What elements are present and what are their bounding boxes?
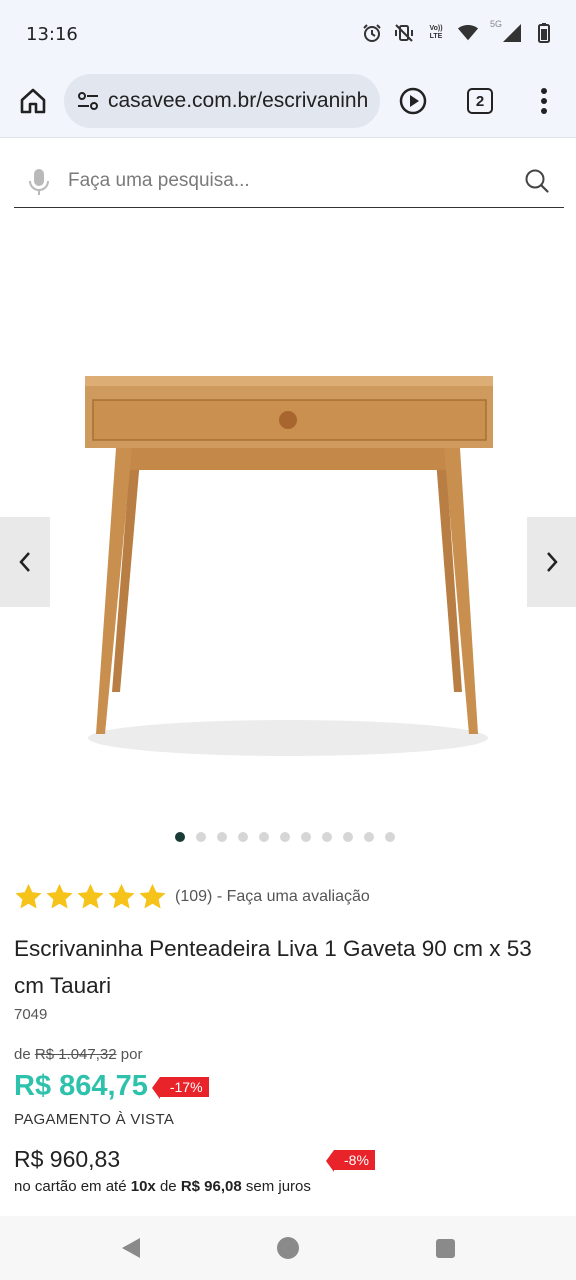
battery-icon <box>534 22 554 44</box>
recents-icon[interactable] <box>436 1239 455 1258</box>
alarm-icon <box>362 22 382 44</box>
search-input[interactable] <box>68 164 508 198</box>
chevron-left-icon <box>19 552 30 572</box>
carousel-dot[interactable] <box>301 832 311 842</box>
carousel-dot[interactable] <box>322 832 332 842</box>
write-review-link[interactable]: Faça uma avaliação <box>227 888 370 905</box>
url-text: casavee.com.br/escrivaninh <box>108 89 369 112</box>
star-icon <box>77 883 104 909</box>
search-icon[interactable] <box>524 168 550 194</box>
more-menu-icon[interactable] <box>536 86 552 116</box>
rating-summary: (109) - Faça uma avaliação <box>175 888 370 906</box>
installments-text: no cartão em até 10x de R$ 96,08 sem jur… <box>14 1178 311 1195</box>
chevron-right-icon <box>547 552 558 572</box>
product-sku: 7049 <box>14 1006 48 1023</box>
carousel-dot[interactable] <box>175 832 185 842</box>
carousel-dot[interactable] <box>259 832 269 842</box>
site-settings-icon[interactable] <box>76 89 100 113</box>
browser-toolbar: casavee.com.br/escrivaninh 2 <box>0 68 576 138</box>
carousel-dot[interactable] <box>364 832 374 842</box>
cash-discount-badge: -17% <box>151 1076 209 1099</box>
review-count: (109) <box>175 887 213 905</box>
volte-icon: Vo)) LTE <box>429 25 443 40</box>
carousel-dot[interactable] <box>385 832 395 842</box>
status-icons: Vo)) LTE 5G <box>362 19 554 44</box>
card-discount-badge: -8% <box>326 1150 375 1172</box>
vibrate-off-icon <box>394 22 414 44</box>
carousel-dot[interactable] <box>343 832 353 842</box>
rating-stars[interactable] <box>14 882 167 911</box>
carousel-next-button[interactable] <box>527 517 576 607</box>
product-title: Escrivaninha Penteadeira Liva 1 Gaveta 9… <box>14 936 532 998</box>
star-icon <box>15 883 42 909</box>
star-icon <box>108 883 135 909</box>
rating-row: (109) - Faça uma avaliação <box>14 882 370 911</box>
carousel-dot[interactable] <box>196 832 206 842</box>
cash-payment-label: PAGAMENTO À VISTA <box>14 1111 175 1128</box>
status-time: 13:16 <box>26 24 78 45</box>
status-bar: 13:16 Vo)) LTE 5G <box>0 0 576 68</box>
back-icon[interactable] <box>120 1237 142 1259</box>
carousel-dots <box>175 832 395 842</box>
carousel-dot[interactable] <box>280 832 290 842</box>
carousel-prev-button[interactable] <box>0 517 50 607</box>
product-image[interactable] <box>60 340 516 770</box>
search-bar <box>14 156 564 208</box>
rating-separator: - <box>216 887 223 905</box>
microphone-icon[interactable] <box>28 168 50 196</box>
tab-switcher-button[interactable]: 2 <box>467 88 493 114</box>
play-icon[interactable] <box>398 86 428 116</box>
cash-price-row: R$ 864,75 -17% <box>14 1070 209 1103</box>
card-price: R$ 960,83 <box>14 1146 121 1172</box>
carousel-dot[interactable] <box>217 832 227 842</box>
star-icon <box>46 883 73 909</box>
star-icon <box>139 883 166 909</box>
wifi-icon <box>458 22 478 44</box>
signal-5g-icon: 5G <box>490 19 522 44</box>
carousel-dot[interactable] <box>238 832 248 842</box>
address-bar[interactable]: casavee.com.br/escrivaninh <box>64 74 380 128</box>
cash-price: R$ 864,75 <box>14 1070 148 1102</box>
home-icon[interactable] <box>18 86 48 116</box>
old-price: R$ 1.047,32 <box>34 1046 117 1063</box>
old-price-line: de R$ 1.047,32 por <box>14 1046 143 1063</box>
system-nav-bar <box>0 1216 576 1280</box>
home-nav-icon[interactable] <box>277 1237 299 1259</box>
